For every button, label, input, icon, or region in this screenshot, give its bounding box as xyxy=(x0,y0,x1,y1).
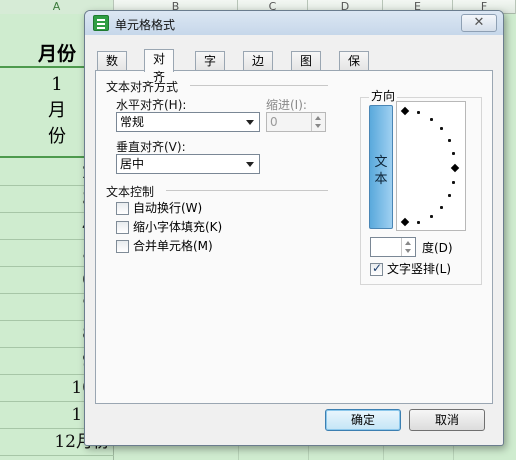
tab-border[interactable]: 边框 xyxy=(243,51,274,86)
indent-label: 缩进(I): xyxy=(266,98,307,112)
shrink-to-fit-label: 缩小字体填充(K) xyxy=(133,220,223,234)
dial-dot xyxy=(440,127,443,130)
diamond-marker-icon xyxy=(450,163,460,173)
tab-protection[interactable]: 保护 xyxy=(339,51,370,86)
vertical-text-label: 文 本 xyxy=(374,155,388,187)
shrink-to-fit-checkbox[interactable]: 缩小字体填充(K) xyxy=(116,221,222,235)
merge-cells-checkbox[interactable]: 合并单元格(M) xyxy=(116,240,213,254)
orientation-group-title: 方向 xyxy=(369,87,398,104)
divider xyxy=(190,85,328,86)
vertical-text-checkbox[interactable]: 文字竖排(L) xyxy=(370,262,452,277)
divider xyxy=(166,190,328,191)
dial-dot xyxy=(430,215,433,218)
dial-dot xyxy=(430,118,433,121)
format-cells-dialog: 单元格格式 ✕ 数字 对齐 字体 边框 图案 保护 文本对齐方式 水平对齐(H)… xyxy=(84,10,504,446)
merge-cells-label: 合并单元格(M) xyxy=(133,239,213,253)
diamond-marker-icon xyxy=(400,106,410,116)
indent-spinner[interactable]: 0 xyxy=(266,112,326,132)
wrap-text-checkbox[interactable]: 自动换行(W) xyxy=(116,202,202,216)
checkbox-box xyxy=(116,221,129,234)
horizontal-align-value: 常规 xyxy=(120,115,145,129)
chevron-down-icon xyxy=(246,162,254,167)
tab-alignment[interactable]: 对齐 xyxy=(144,49,175,84)
app-logo-icon xyxy=(93,15,109,31)
dialog-titlebar[interactable]: 单元格格式 ✕ xyxy=(85,11,503,35)
degree-spinner[interactable] xyxy=(370,237,416,257)
degree-label: 度(D) xyxy=(422,241,453,255)
checkbox-box xyxy=(116,202,129,215)
dial-dot xyxy=(440,206,443,209)
cancel-button[interactable]: 取消 xyxy=(409,409,485,431)
close-button[interactable]: ✕ xyxy=(461,14,497,32)
tab-font[interactable]: 字体 xyxy=(195,51,226,86)
dial-dot xyxy=(417,111,420,114)
indent-value: 0 xyxy=(270,115,278,129)
orientation-dial[interactable] xyxy=(396,101,466,231)
tab-number[interactable]: 数字 xyxy=(97,51,128,86)
horizontal-align-label: 水平对齐(H): xyxy=(116,98,187,112)
tab-pattern[interactable]: 图案 xyxy=(291,51,322,86)
dial-dot xyxy=(417,221,420,224)
spinner-arrows-icon xyxy=(311,113,325,131)
dial-dot xyxy=(448,139,451,142)
vertical-align-label: 垂直对齐(V): xyxy=(116,140,186,154)
checkbox-box xyxy=(370,262,383,276)
diamond-marker-icon xyxy=(400,217,410,227)
alignment-panel: 文本对齐方式 水平对齐(H): 常规 缩进(I): 0 垂直对齐(V): 居中 … xyxy=(95,70,493,404)
alignment-group-title: 文本对齐方式 xyxy=(106,80,179,94)
dial-dot xyxy=(452,152,455,155)
spinner-arrows-icon xyxy=(401,238,415,256)
dialog-title: 单元格格式 xyxy=(115,18,176,32)
dial-dot xyxy=(452,181,455,184)
vertical-align-select[interactable]: 居中 xyxy=(116,154,260,174)
vertical-text-checkbox-label: 文字竖排(L) xyxy=(387,262,452,276)
vertical-align-value: 居中 xyxy=(120,157,145,171)
chevron-down-icon xyxy=(246,120,254,125)
dial-dot xyxy=(448,194,451,197)
wrap-text-label: 自动换行(W) xyxy=(133,201,203,215)
horizontal-align-select[interactable]: 常规 xyxy=(116,112,260,132)
checkbox-box xyxy=(116,240,129,253)
text-control-group-title: 文本控制 xyxy=(106,185,155,199)
vertical-text-button[interactable]: 文 本 xyxy=(369,105,393,229)
ok-button[interactable]: 确定 xyxy=(325,409,401,431)
